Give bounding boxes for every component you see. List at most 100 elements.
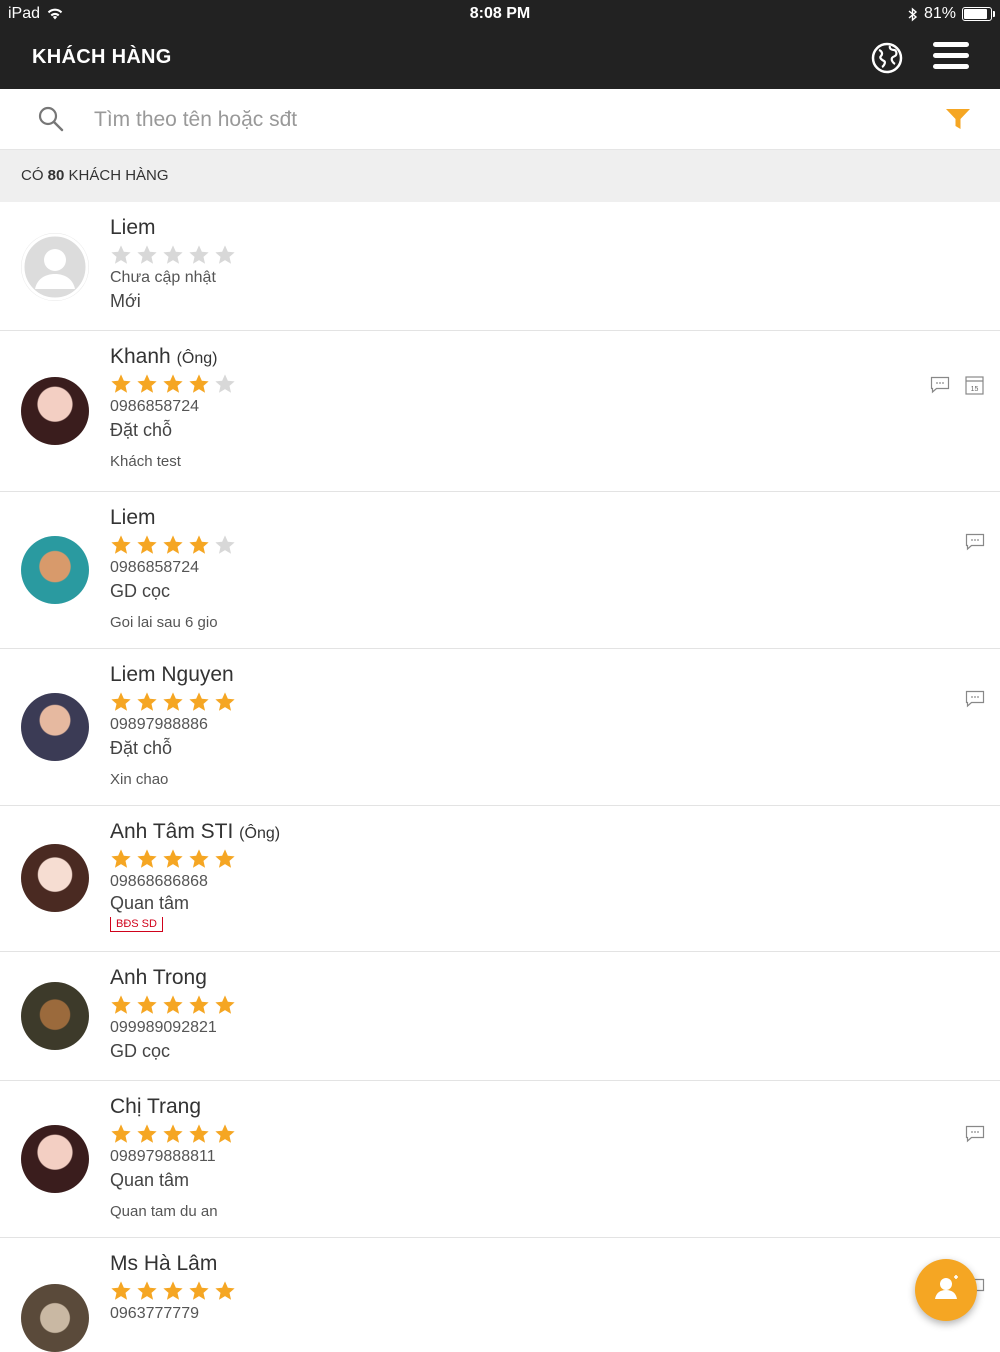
status-bar: iPad 8:08 PM 81% [0,0,1000,28]
customer-status: Quan tâm [110,1170,190,1190]
customer-name: Liem [110,506,156,529]
menu-line [933,42,969,47]
avatar [21,1284,89,1352]
globe-icon[interactable] [870,41,904,75]
customer-count-bar: CÓ 80 KHÁCH HÀNG [0,150,1000,202]
star-filled-icon [111,849,131,868]
customer-phone: 099989092821 [110,1019,217,1036]
star-filled-icon [189,995,209,1014]
svg-text:15: 15 [971,386,979,393]
star-filled-icon [163,692,183,711]
avatar [21,693,89,761]
star-filled-icon [189,374,209,393]
star-rating [110,994,236,1016]
star-rating [110,1280,236,1302]
message-icon[interactable] [965,533,985,551]
avatar [21,1125,89,1193]
clock: 8:08 PM [469,5,531,22]
avatar [21,982,89,1050]
customer-name: Chị Trang [110,1095,202,1118]
customer-phone: 098979888811 [110,1148,216,1165]
customer-list: Liem Chưa cập nhật Mới Khanh (Ông) 09868… [0,202,1000,1352]
star-rating [110,373,236,395]
customer-status: Quan tâm [110,893,190,913]
star-rating [110,1123,236,1145]
customer-count: CÓ 80 KHÁCH HÀNG [21,167,169,184]
battery-percent: 81% [923,5,956,22]
customer-row[interactable]: Anh Tâm STI (Ông) 09868686868 Quan tâm B… [0,806,1000,952]
default-avatar-icon [21,233,89,301]
star-filled-icon [163,995,183,1014]
customer-name: Anh Trong [110,966,207,989]
count-number: 80 [47,167,65,184]
message-icon[interactable] [965,690,985,708]
star-filled-icon [163,374,183,393]
avatar [21,536,89,604]
customer-name: Ms Hà Lâm [110,1252,218,1275]
star-filled-icon [111,1124,131,1143]
add-person-icon [935,1275,958,1299]
customer-note: Goi lai sau 6 gio [110,614,218,631]
top-nav-bar: KHÁCH HÀNG [0,28,1000,89]
customer-row[interactable]: Liem Chưa cập nhật Mới [0,202,1000,331]
search-bar [0,89,1000,150]
customer-row[interactable]: Khanh (Ông) 0986858724 Đặt chỗ Khách tes… [0,331,1000,492]
customer-note: Xin chao [110,771,169,788]
search-icon [38,106,64,132]
customer-note: Khách test [110,453,181,470]
customer-name: Anh Tâm STI (Ông) [110,820,281,843]
add-customer-button[interactable] [915,1259,977,1321]
star-empty-icon [163,245,183,264]
customer-phone: 0963777779 [110,1305,199,1322]
star-empty-icon [111,245,131,264]
star-filled-icon [111,692,131,711]
customer-phone: Chưa cập nhật [110,269,216,286]
star-filled-icon [189,692,209,711]
customer-tag: BĐS SD [110,917,163,932]
customer-note: Quan tam du an [110,1203,218,1220]
customer-name: Liem Nguyen [110,663,234,686]
message-icon[interactable] [930,376,950,394]
customer-row[interactable]: Anh Trong 099989092821 GD cọc [0,952,1000,1081]
star-filled-icon [163,1281,183,1300]
bluetooth-icon [908,6,918,22]
customer-row[interactable]: Liem Nguyen 09897988886 Đặt chỗ Xin chao [0,649,1000,806]
customer-phone: 09868686868 [110,873,208,890]
customer-status: Đặt chỗ [110,420,173,440]
star-filled-icon [163,535,183,554]
customer-status: Đặt chỗ [110,738,173,758]
customer-row[interactable]: Ms Hà Lâm 0963777779 [0,1238,1000,1352]
star-filled-icon [189,1124,209,1143]
customer-phone: 0986858724 [110,559,199,576]
star-rating [110,244,236,266]
avatar [21,377,89,445]
menu-button[interactable] [933,42,969,74]
star-rating [110,534,236,556]
star-rating [110,848,280,870]
star-filled-icon [137,692,157,711]
calendar-icon[interactable]: 15 [965,375,984,395]
page-title: KHÁCH HÀNG [32,46,172,68]
star-empty-icon [215,245,235,264]
star-filled-icon [137,1281,157,1300]
customer-status: GD cọc [110,1041,171,1061]
star-filled-icon [215,995,235,1014]
battery-icon [962,7,995,21]
customer-row[interactable]: Chị Trang 098979888811 Quan tâm Quan tam… [0,1081,1000,1238]
message-icon[interactable] [965,1125,985,1143]
star-filled-icon [215,692,235,711]
filter-icon[interactable] [944,106,972,132]
star-filled-icon [215,1124,235,1143]
star-rating [110,691,236,713]
star-filled-icon [137,374,157,393]
star-filled-icon [137,1124,157,1143]
customer-phone: 09897988886 [110,716,208,733]
customer-status: GD cọc [110,581,171,601]
customer-name: Liem [110,216,156,239]
search-input[interactable] [94,103,914,137]
menu-line [933,53,969,58]
customer-row[interactable]: Liem 0986858724 GD cọc Goi lai sau 6 gio [0,492,1000,649]
star-filled-icon [189,1281,209,1300]
customer-status: Mới [110,291,141,311]
star-filled-icon [137,849,157,868]
